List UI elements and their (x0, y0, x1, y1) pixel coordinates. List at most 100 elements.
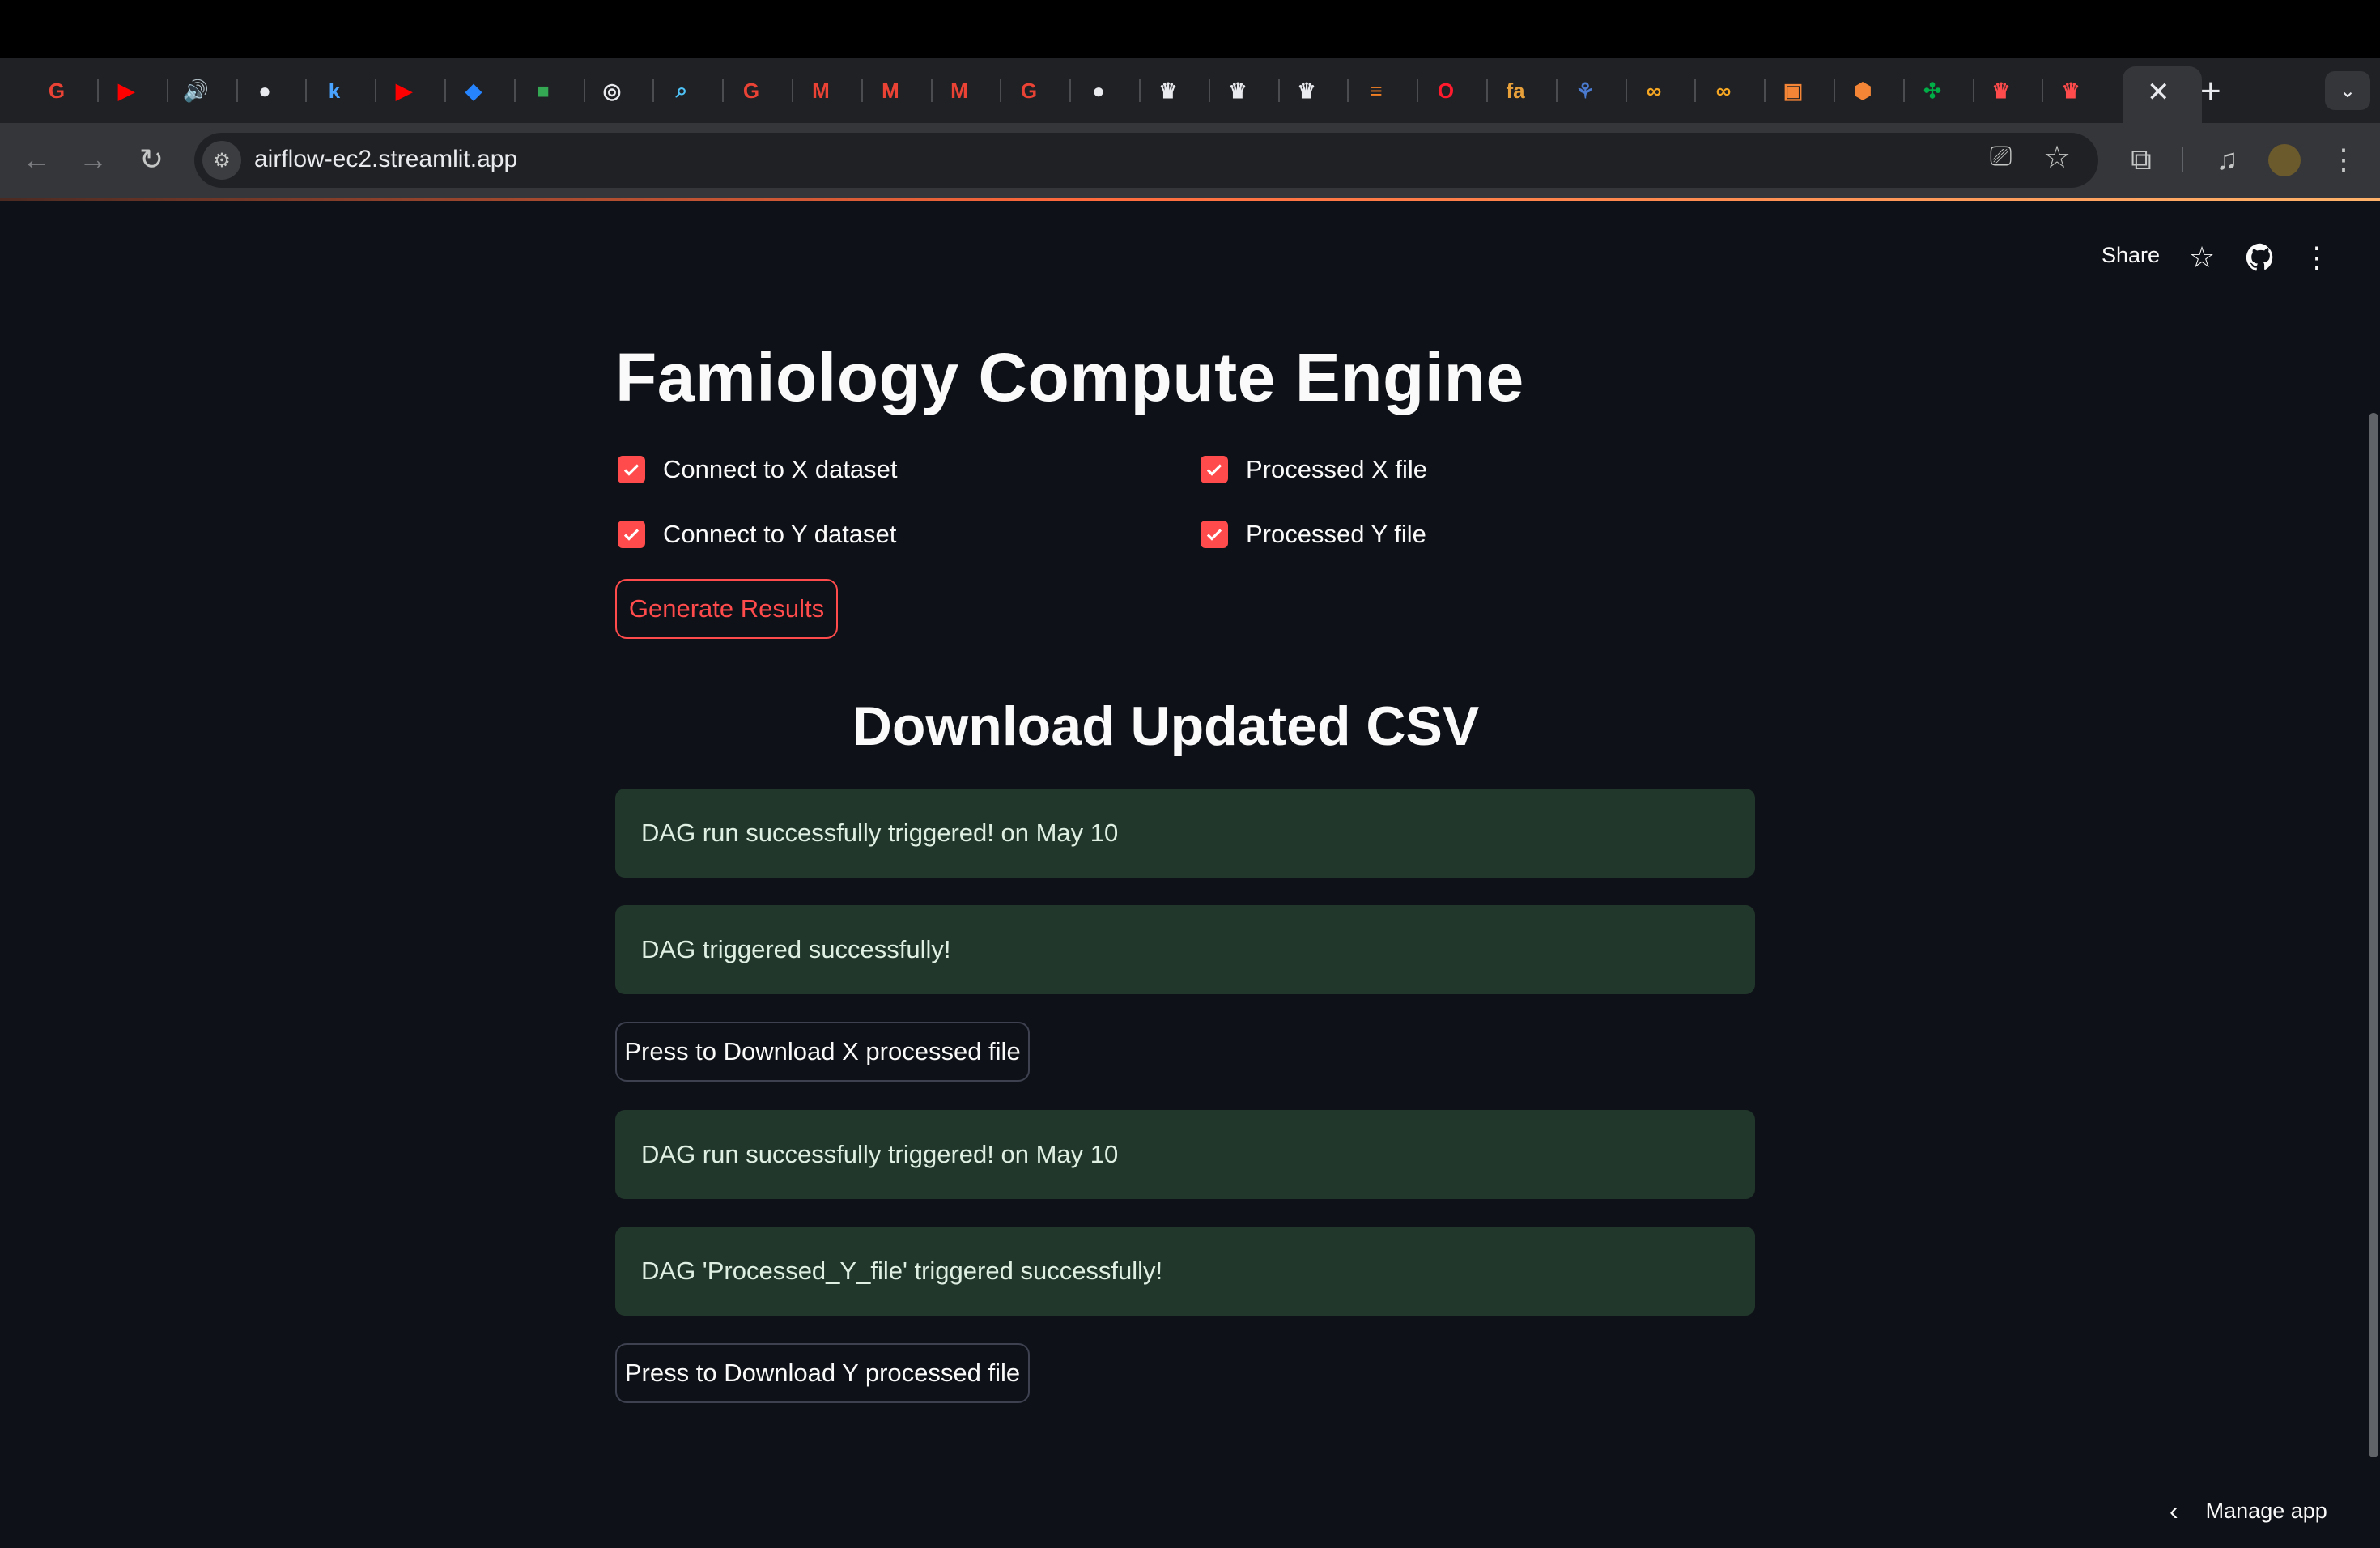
tab-separator (1486, 79, 1488, 102)
reload-icon[interactable]: ↻ (131, 139, 172, 180)
stackoverflow-icon[interactable]: ≡ (1362, 76, 1391, 105)
site-info-icon[interactable]: ⚙ (202, 141, 241, 180)
url-text[interactable]: airflow-ec2.streamlit.app (254, 146, 517, 173)
youtube-icon[interactable]: ▶ (112, 76, 141, 105)
audio-playing-icon[interactable]: 🔊 (181, 76, 210, 105)
tab-separator (1209, 79, 1210, 102)
download-y-button[interactable]: Press to Download Y processed file (615, 1343, 1030, 1403)
google-icon[interactable]: G (737, 76, 766, 105)
generate-results-button[interactable]: Generate Results (615, 579, 838, 639)
checkbox-checked-icon[interactable] (618, 521, 645, 548)
manage-app-label: Manage app (2205, 1499, 2327, 1523)
section-heading: Download Updated CSV (852, 695, 1480, 757)
jira-icon[interactable]: ◆ (459, 76, 488, 105)
tab-separator (1626, 79, 1627, 102)
install-app-icon[interactable]: ⎚ (1990, 141, 2012, 172)
toolbar-divider (2182, 147, 2183, 172)
tab-separator (1417, 79, 1418, 102)
google-icon[interactable]: G (42, 76, 71, 105)
gmail-icon[interactable]: M (945, 76, 974, 105)
search-tab-icon[interactable]: ⌕ (667, 76, 696, 105)
infinity-icon[interactable]: ∞ (1639, 76, 1668, 105)
tab-separator (1000, 79, 1001, 102)
tab-separator (652, 79, 654, 102)
github-icon[interactable]: ● (1084, 76, 1113, 105)
tab-separator (514, 79, 516, 102)
new-tab-icon[interactable]: + (2200, 71, 2221, 112)
checkbox-connect-x[interactable]: Connect to X dataset (618, 452, 898, 487)
profile-avatar[interactable] (2268, 144, 2301, 176)
tab-separator (1903, 79, 1905, 102)
scrollbar[interactable] (2369, 413, 2378, 1457)
success-alert: DAG run successfully triggered! on May 1… (615, 789, 1755, 878)
checkbox-label: Connect to Y dataset (663, 520, 897, 548)
window-titlebar (0, 0, 2380, 58)
github-icon[interactable]: ● (250, 76, 279, 105)
close-tab-icon[interactable]: ✕ (2147, 76, 2170, 108)
tab-separator (2042, 79, 2043, 102)
tab-strip (0, 58, 2380, 123)
sheet-icon[interactable]: ■ (529, 76, 558, 105)
tab-separator (584, 79, 585, 102)
tab-separator (1278, 79, 1280, 102)
checkbox-checked-icon[interactable] (618, 456, 645, 483)
fa-icon[interactable]: fa (1501, 76, 1530, 105)
tab-separator (931, 79, 933, 102)
tab-separator (1973, 79, 1974, 102)
box-icon[interactable]: ⬢ (1848, 76, 1877, 105)
app-menu-icon[interactable]: ⋮ (2299, 240, 2335, 275)
tab-search-button[interactable]: ⌄ (2325, 71, 2370, 110)
manage-app-button[interactable]: ‹ Manage app (2170, 1496, 2327, 1526)
gmail-icon[interactable]: M (806, 76, 835, 105)
aws-icon[interactable]: ▣ (1779, 76, 1808, 105)
tab-separator (97, 79, 99, 102)
checkbox-label: Processed Y file (1246, 520, 1426, 548)
streamlit-crown-icon[interactable]: ♛ (2056, 76, 2085, 105)
tab-separator (1764, 79, 1766, 102)
checkbox-connect-y[interactable]: Connect to Y dataset (618, 517, 896, 552)
airflow-icon[interactable]: ✣ (1918, 76, 1947, 105)
tab-separator (722, 79, 724, 102)
tab-separator (1834, 79, 1835, 102)
streamlit-crown-icon[interactable]: ♛ (1154, 76, 1183, 105)
checkbox-label: Processed X file (1246, 455, 1427, 483)
opera-icon[interactable]: O (1431, 76, 1460, 105)
chevron-left-icon: ‹ (2170, 1496, 2178, 1525)
page-title: Famiology Compute Engine (615, 339, 1524, 415)
checkbox-processed-x[interactable]: Processed X file (1201, 452, 1427, 487)
download-x-button[interactable]: Press to Download X processed file (615, 1022, 1030, 1082)
tab-separator (444, 79, 446, 102)
media-controls-icon[interactable]: ♫ (2207, 139, 2247, 180)
tab-separator (861, 79, 863, 102)
bookmark-star-icon[interactable]: ☆ (2043, 139, 2071, 176)
streamlit-crown-icon[interactable]: ♛ (1987, 76, 2016, 105)
page-loading-accent (0, 198, 2380, 201)
infinity-icon[interactable]: ∞ (1709, 76, 1738, 105)
google-icon[interactable]: G (1014, 76, 1043, 105)
tab-separator (1347, 79, 1349, 102)
star-icon[interactable]: ☆ (2184, 240, 2220, 275)
active-tab[interactable]: ✕ (2123, 66, 2202, 123)
address-bar[interactable]: ⚙ airflow-ec2.streamlit.app ⎚ ☆ (194, 133, 2098, 188)
youtube-icon[interactable]: ▶ (389, 76, 419, 105)
streamlit-crown-icon[interactable]: ♛ (1223, 76, 1252, 105)
checkbox-checked-icon[interactable] (1201, 521, 1228, 548)
checkbox-processed-y[interactable]: Processed Y file (1201, 517, 1426, 552)
tab-separator (167, 79, 168, 102)
openai-icon[interactable]: ◎ (597, 76, 627, 105)
streamlit-crown-icon[interactable]: ♛ (1292, 76, 1321, 105)
gmail-icon[interactable]: M (876, 76, 905, 105)
forward-icon[interactable]: → (73, 139, 113, 180)
github-icon[interactable] (2242, 240, 2278, 275)
tab-separator (1069, 79, 1071, 102)
checkbox-label: Connect to X dataset (663, 455, 898, 483)
back-icon[interactable]: ← (16, 139, 57, 180)
tab-separator (1556, 79, 1558, 102)
checkbox-checked-icon[interactable] (1201, 456, 1228, 483)
plant-icon[interactable]: ⚘ (1570, 76, 1600, 105)
share-button[interactable]: Share (2102, 243, 2160, 268)
browser-menu-icon[interactable]: ⋮ (2323, 139, 2364, 180)
extensions-icon[interactable]: ⧉ (2121, 139, 2161, 180)
k-icon[interactable]: k (320, 76, 349, 105)
success-alert: DAG triggered successfully! (615, 905, 1755, 994)
